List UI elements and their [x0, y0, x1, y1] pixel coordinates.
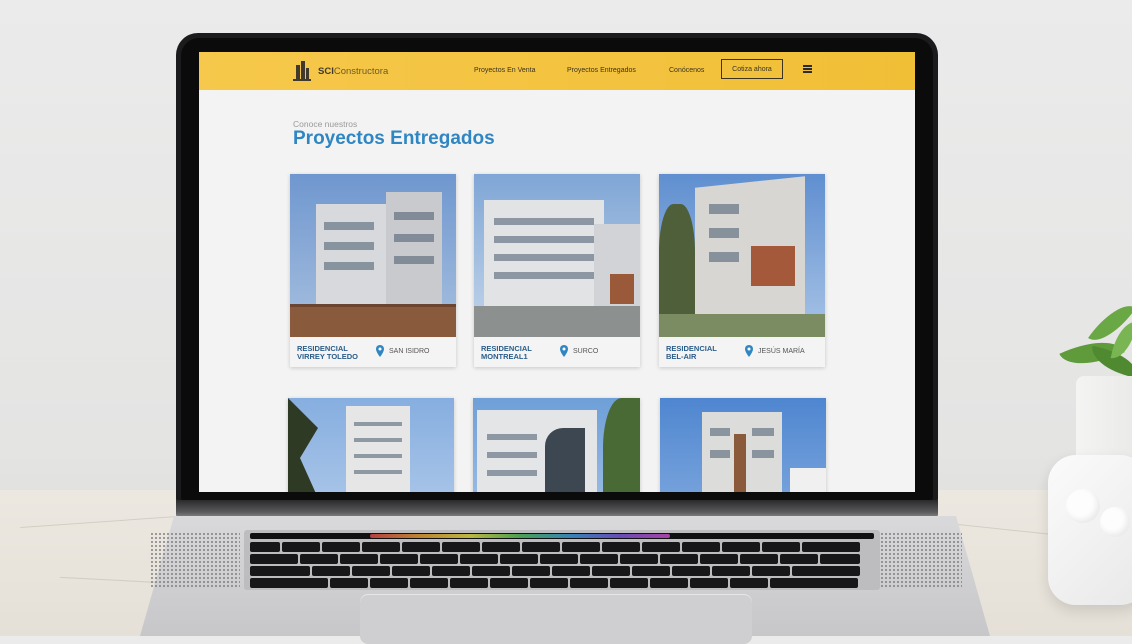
project-card[interactable]: RESIDENCIAL VIRREY TOLEDO SAN ISIDRO	[290, 174, 456, 367]
airpods-case	[1048, 455, 1132, 605]
cotiza-ahora-button[interactable]: Cotiza ahora	[721, 59, 783, 79]
logo-wordmark: SCIConstructora	[318, 65, 389, 77]
project-card[interactable]: RESIDENCIAL BEL-AIR JESÚS MARÍA	[659, 174, 825, 367]
location-pin-icon	[745, 345, 753, 357]
location-pin-icon	[560, 345, 568, 357]
project-name: RESIDENCIAL VIRREY TOLEDO	[297, 344, 358, 361]
site-logo[interactable]: SCIConstructora	[291, 59, 388, 83]
nav-link-proyectos-entregados[interactable]: Proyectos Entregados	[567, 67, 636, 74]
nav-link-conocenos[interactable]: Conócenos	[669, 67, 704, 74]
project-card[interactable]	[473, 398, 640, 492]
project-location: JESÚS MARÍA	[758, 348, 805, 355]
building-logo-icon	[293, 61, 311, 81]
project-card-footer: RESIDENCIAL BEL-AIR JESÚS MARÍA	[659, 337, 825, 367]
trackpad	[360, 594, 752, 644]
project-card[interactable]	[660, 398, 826, 492]
hamburger-menu-icon[interactable]	[803, 65, 812, 73]
project-location: SURCO	[573, 348, 599, 355]
project-card-footer: RESIDENCIAL VIRREY TOLEDO SAN ISIDRO	[290, 337, 456, 367]
project-photo	[473, 398, 640, 492]
speaker-grille-left	[150, 532, 240, 588]
project-photo	[474, 174, 640, 337]
project-location: SAN ISIDRO	[389, 348, 430, 355]
project-photo	[288, 398, 454, 492]
page-title: Proyectos Entregados	[293, 128, 495, 149]
project-photo	[660, 398, 826, 492]
project-name: RESIDENCIAL MONTREAL1	[481, 344, 532, 361]
project-card[interactable]: RESIDENCIAL MONTREAL1 SURCO	[474, 174, 640, 367]
touch-bar	[250, 533, 874, 539]
speaker-grille-right	[872, 532, 962, 588]
project-name: RESIDENCIAL BEL-AIR	[666, 344, 717, 361]
site-navbar: SCIConstructora Proyectos En Venta Proye…	[199, 52, 915, 90]
laptop-screen: SCIConstructora Proyectos En Venta Proye…	[199, 52, 915, 492]
nav-link-proyectos-en-venta[interactable]: Proyectos En Venta	[474, 67, 535, 74]
project-photo	[290, 174, 456, 337]
location-pin-icon	[376, 345, 384, 357]
laptop-keyboard	[244, 530, 880, 590]
project-photo	[659, 174, 825, 337]
project-card[interactable]	[288, 398, 454, 492]
project-card-footer: RESIDENCIAL MONTREAL1 SURCO	[474, 337, 640, 367]
